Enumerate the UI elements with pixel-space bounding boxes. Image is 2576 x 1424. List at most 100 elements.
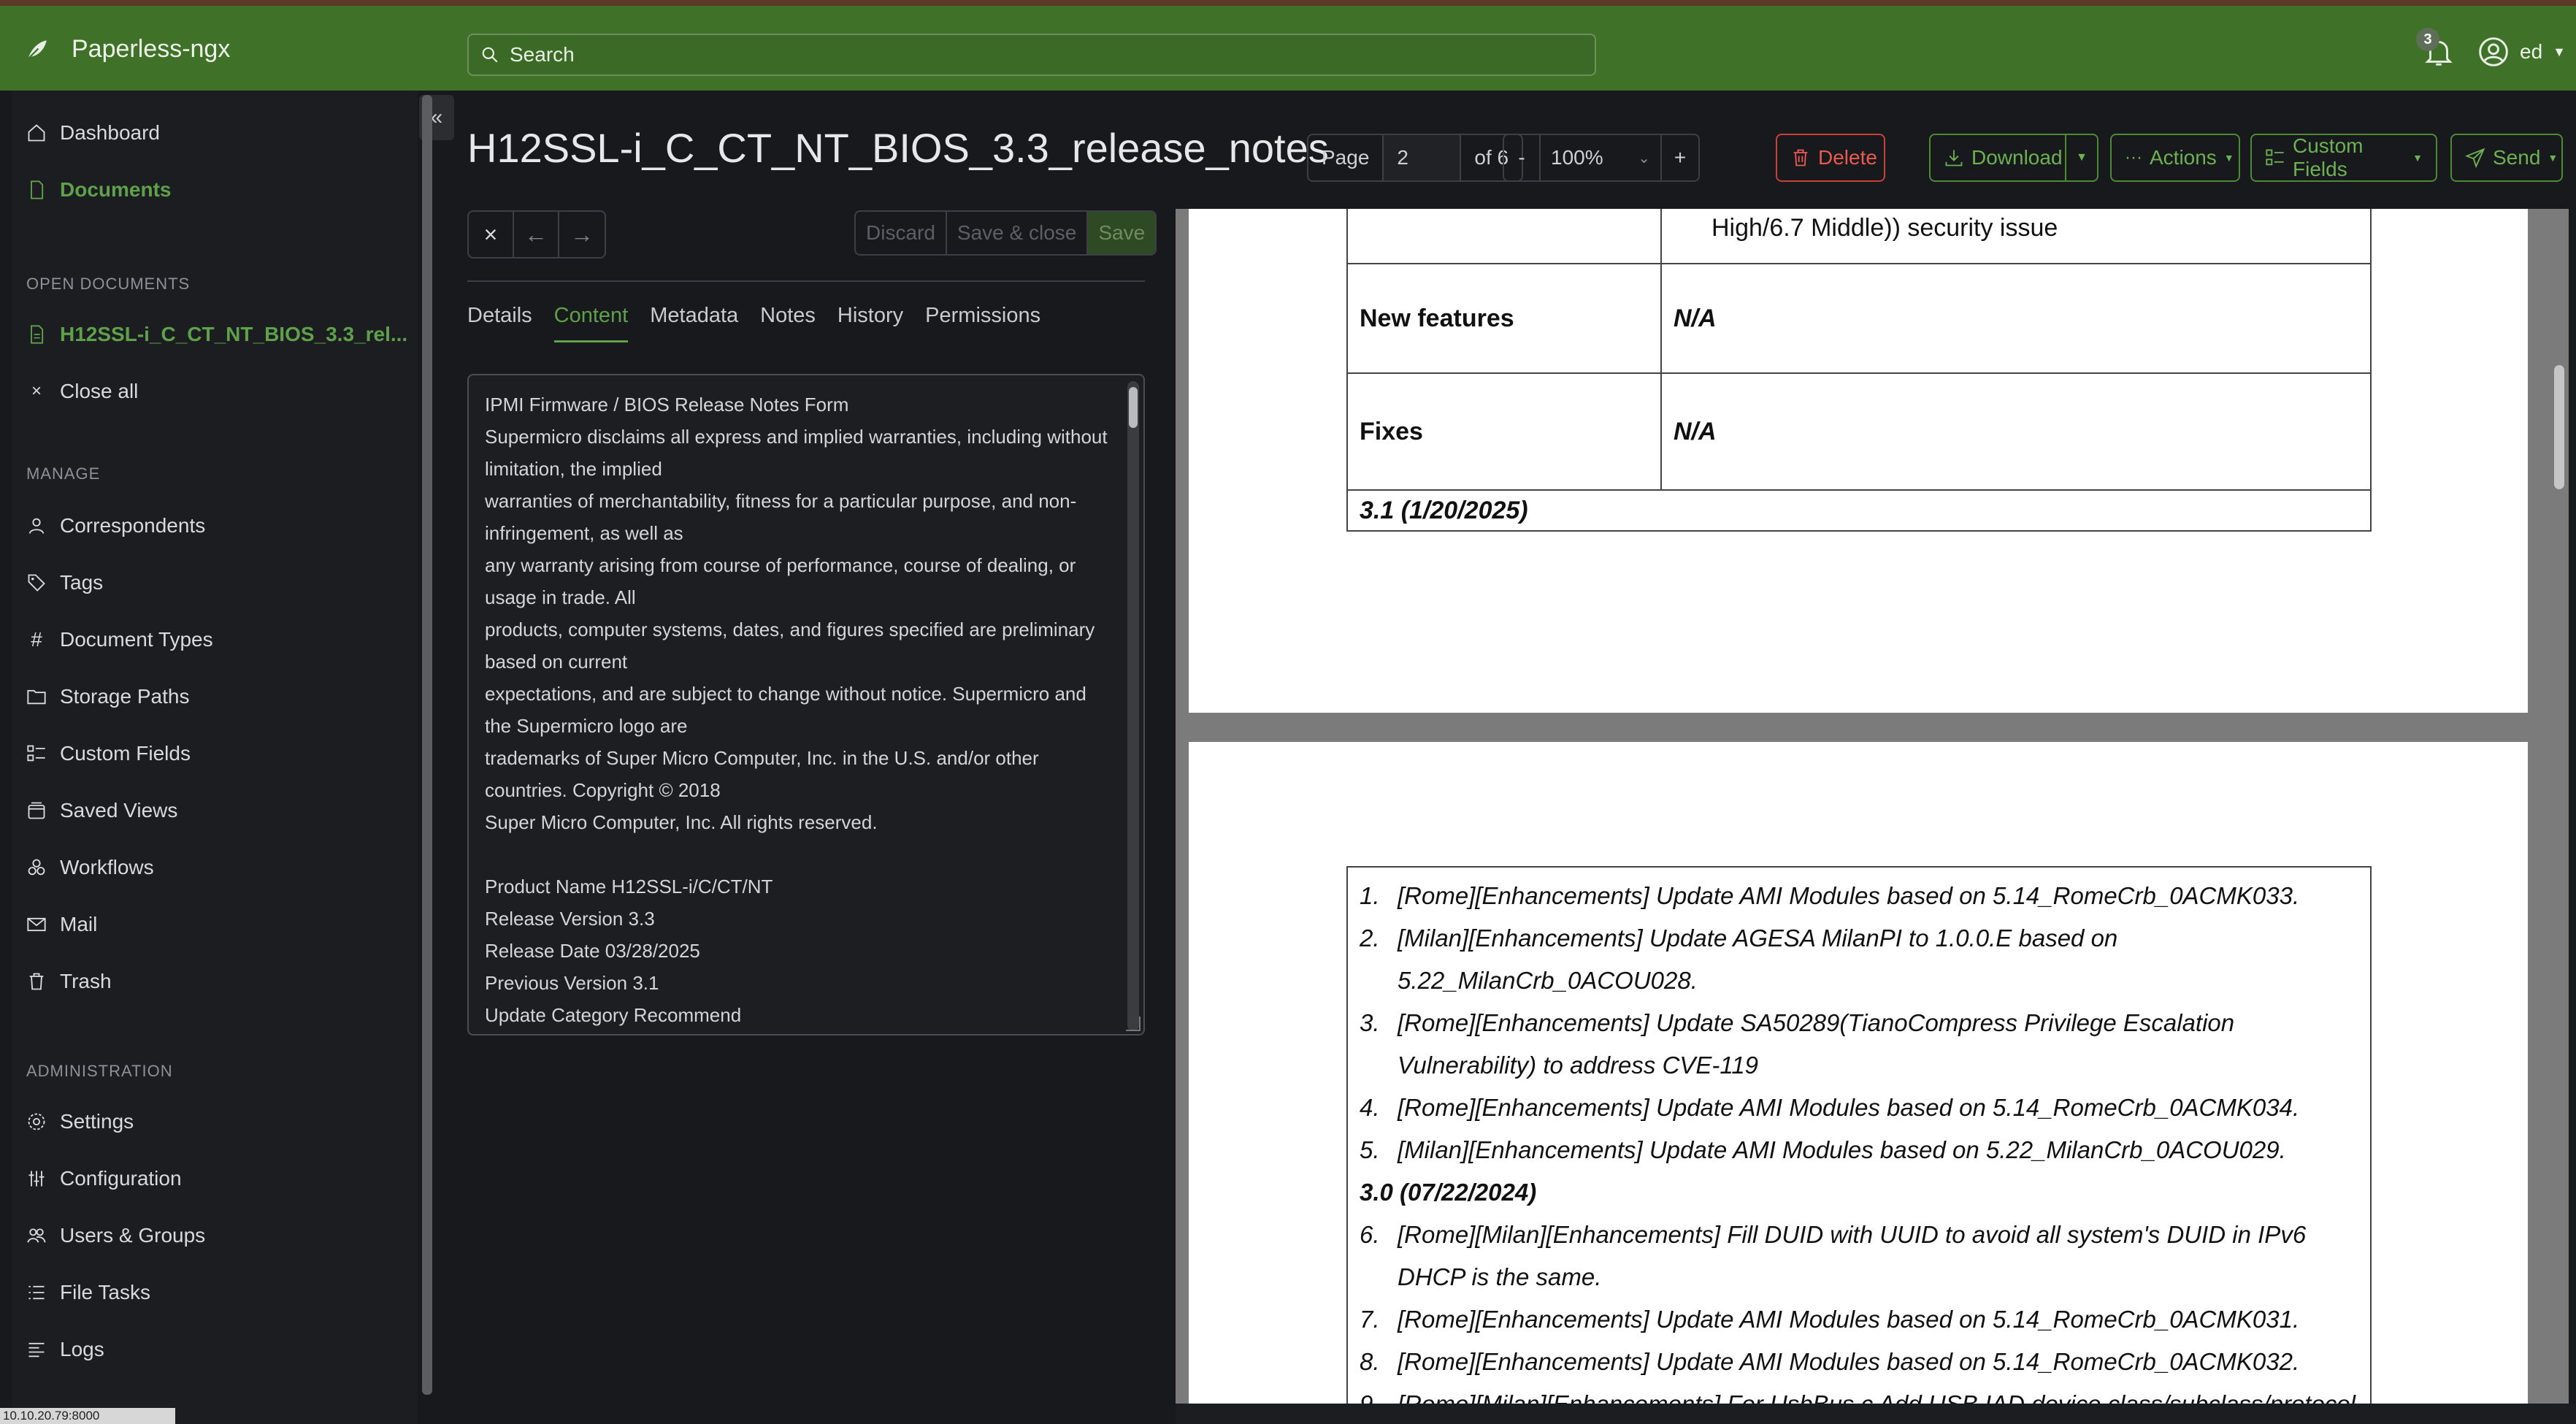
actions-dropdown[interactable]: ··· Actions ▼ [2110, 134, 2240, 182]
sidebar-item-logs[interactable]: Logs [26, 1338, 104, 1361]
list-text: [Rome][Enhancements] Update AMI Modules … [1398, 1306, 2300, 1333]
section-heading-manage: MANAGE [26, 464, 101, 483]
sidebar-item-close-all[interactable]: × Close all [26, 380, 138, 403]
tab-details[interactable]: Details [467, 304, 532, 342]
list-item: 1. [Rome][Enhancements] Update AMI Module… [1360, 875, 2358, 917]
send-dropdown[interactable]: Send ▼ [2450, 134, 2563, 182]
content-line: Previous Version 3.1 [485, 972, 659, 994]
sidebar-item-dashboard[interactable]: Dashboard [26, 121, 160, 145]
page-title: H12SSL-i_C_CT_NT_BIOS_3.3_release_notes [467, 125, 1329, 171]
sidebar-item-configuration[interactable]: Configuration [26, 1167, 182, 1190]
sidebar-item-document-types[interactable]: # Document Types [26, 628, 212, 651]
list-item: 5. [Milan][Enhancements] Update AMI Modul… [1360, 1129, 2358, 1171]
actions-label: Actions [2149, 146, 2217, 169]
sidebar-item-settings[interactable]: Settings [26, 1110, 134, 1133]
sidebar-item-label: Correspondents [60, 514, 206, 537]
close-icon: × [483, 221, 498, 248]
sidebar-item-mail[interactable]: Mail [26, 913, 97, 936]
zoom-out-button[interactable]: - [1504, 135, 1541, 180]
arrow-right-icon: → [570, 221, 594, 248]
scrollbar-thumb[interactable] [1129, 387, 1138, 428]
content-textarea[interactable]: IPMI Firmware / BIOS Release Notes Form … [467, 374, 1145, 1036]
tab-content[interactable]: Content [553, 304, 628, 342]
list-item: 9.[Rome][Milan][Enhancements] For UsbBus… [1360, 1383, 2358, 1404]
sidebar-item-trash[interactable]: Trash [26, 970, 112, 993]
sidebar-item-saved-views[interactable]: Saved Views [26, 799, 177, 822]
sidebar-item-label: Configuration [60, 1167, 182, 1190]
notifications-button[interactable]: 3 [2416, 28, 2456, 69]
version-heading: 3.1 (1/20/2025) [1360, 496, 1528, 524]
people-icon [27, 1228, 46, 1243]
changes-list: 1. [Rome][Enhancements] Update AMI Module… [1346, 866, 2372, 1404]
sidebar-item-label: Settings [60, 1110, 134, 1133]
tab-history[interactable]: History [837, 304, 903, 342]
download-dropdown-toggle[interactable]: ▼ [2065, 134, 2098, 182]
pdf-page: High/6.7 Middle)) security issue New fea… [1189, 209, 2528, 713]
sidebar-item-correspondents[interactable]: Correspondents [26, 514, 205, 537]
page-number-input[interactable]: 2 [1384, 135, 1462, 180]
save-controls: Discard Save & close Save [854, 210, 1157, 256]
caret-down-icon: ▼ [2076, 151, 2088, 164]
tab-notes[interactable]: Notes [760, 304, 816, 342]
zoom-select[interactable]: 100% ⌄ [1541, 135, 1662, 180]
list-number: 7. [1360, 1306, 1380, 1333]
content-scrollbar[interactable] [1127, 381, 1139, 1031]
sidebar-item-tags[interactable]: Tags [26, 571, 103, 594]
sidebar-item-file-tasks[interactable]: File Tasks [26, 1281, 150, 1304]
list-number [1360, 1256, 1398, 1298]
next-document-button[interactable]: → [559, 212, 605, 257]
list-task-icon [28, 1285, 45, 1300]
trash-icon [29, 973, 44, 990]
sidebar-item-open-document[interactable]: H12SSL-i_C_CT_NT_BIOS_3.3_rel... [26, 323, 407, 346]
save-button[interactable]: Save [1088, 212, 1156, 254]
search-input[interactable]: Search [467, 34, 1596, 76]
send-icon [2465, 148, 2485, 168]
sidebar-item-custom-fields[interactable]: Custom Fields [26, 742, 191, 765]
delete-label: Delete [1818, 146, 1877, 169]
content-line: Supermicro disclaims all express and imp… [485, 426, 1108, 480]
window-stack-icon [28, 802, 45, 819]
user-avatar-icon [2479, 37, 2508, 66]
list-number: 3. [1360, 1009, 1380, 1036]
page-label: Page [1308, 135, 1384, 180]
close-document-button[interactable]: × [469, 212, 514, 257]
table-row: Fixes N/A [1348, 374, 2370, 491]
section-heading-administration: ADMINISTRATION [26, 1062, 173, 1080]
viewer-scrollbar[interactable] [2554, 365, 2564, 489]
list-item: DHCP is the same. [1360, 1256, 2358, 1298]
sidebar-item-label: Workflows [60, 856, 154, 878]
user-menu[interactable]: ed ▼ [2477, 36, 2566, 68]
table-row: 3.1 (1/20/2025) [1348, 491, 2370, 530]
custom-fields-dropdown[interactable]: Custom Fields ▼ [2250, 134, 2437, 182]
delete-button[interactable]: Delete [1776, 134, 1885, 182]
previous-document-button[interactable]: ← [514, 212, 559, 257]
tab-permissions[interactable]: Permissions [925, 304, 1040, 342]
sidebar-item-users-groups[interactable]: Users & Groups [26, 1224, 205, 1247]
sidebar-item-documents[interactable]: Documents [26, 178, 171, 202]
sidebar-scrollbar[interactable] [422, 95, 432, 1395]
bottom-strip [1176, 1404, 2576, 1424]
leaf-logo-icon [27, 39, 47, 60]
folder-icon [27, 689, 46, 705]
discard-button[interactable]: Discard [856, 212, 947, 254]
table-cell: N/A [1674, 304, 1717, 332]
table-cell: High/6.7 Middle)) security issue [1711, 214, 2058, 242]
sidebar-item-label: Custom Fields [60, 742, 191, 765]
content-line: Release Date 03/28/2025 [485, 940, 700, 962]
list-text: [Milan][Enhancements] Update AGESA Milan… [1398, 925, 2118, 952]
pdf-viewer[interactable]: High/6.7 Middle)) security issue New fea… [1176, 209, 2569, 1404]
sidebar-item-storage-paths[interactable]: Storage Paths [26, 685, 189, 708]
zoom-in-button[interactable]: + [1662, 135, 1698, 180]
save-close-button[interactable]: Save & close [947, 212, 1089, 254]
custom-fields-label: Custom Fields [2293, 134, 2364, 180]
tag-icon [28, 574, 45, 592]
download-button[interactable]: Download [1929, 134, 2066, 182]
list-number [1360, 1044, 1398, 1087]
sidebar-item-workflows[interactable]: Workflows [26, 856, 154, 879]
list-number: 8. [1360, 1348, 1380, 1375]
search-placeholder: Search [510, 43, 575, 66]
tab-metadata[interactable]: Metadata [650, 304, 738, 342]
table-cell: N/A [1674, 417, 1717, 445]
resize-grip[interactable] [1126, 1017, 1141, 1031]
brand[interactable]: Paperless-ngx [25, 35, 230, 64]
